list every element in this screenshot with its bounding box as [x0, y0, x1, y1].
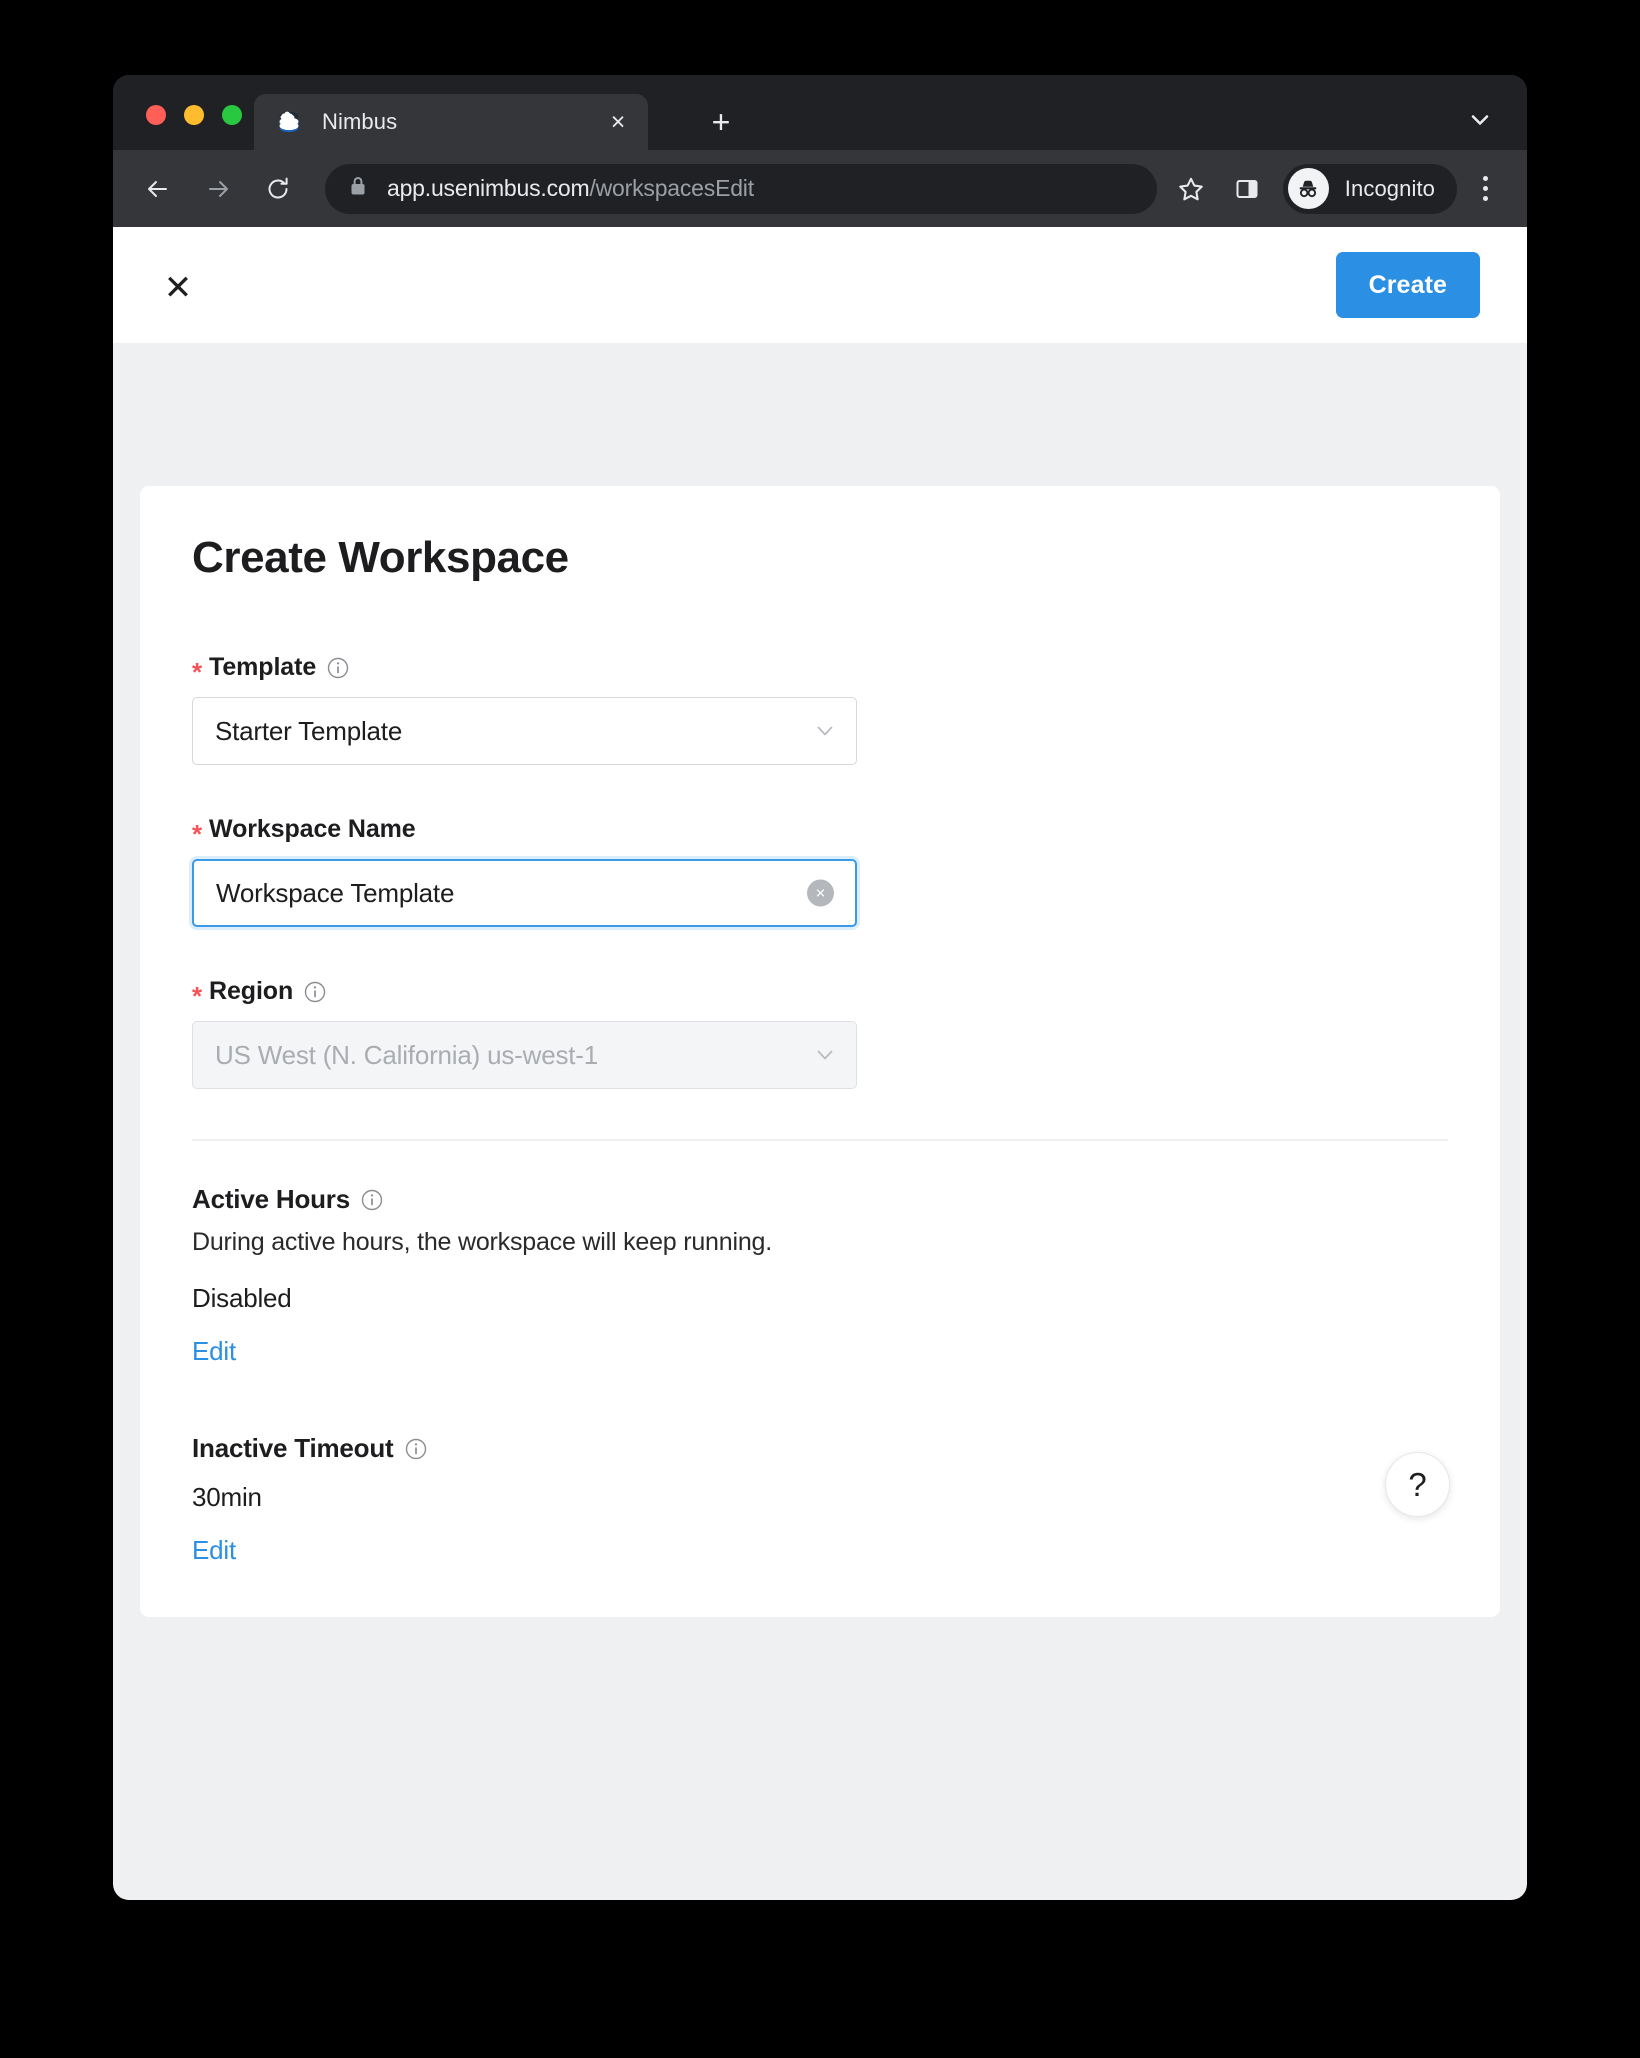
field-region: * Region US West (N. California) us-west…	[192, 977, 1448, 1089]
maximize-window-button[interactable]	[222, 105, 242, 125]
required-marker: *	[192, 980, 203, 1011]
title-text: Active Hours	[192, 1184, 350, 1214]
layers-cloud-icon	[276, 109, 302, 135]
close-window-button[interactable]	[146, 105, 166, 125]
info-icon[interactable]	[405, 1438, 427, 1460]
incognito-icon	[1287, 168, 1329, 209]
window-controls	[146, 105, 242, 125]
page-viewport: ✕ Create Create Workspace * Template Sta…	[113, 227, 1527, 1900]
workspace-name-input[interactable]: Workspace Template ×	[192, 859, 857, 927]
browser-toolbar: app.usenimbus.com/workspacesEdit Incogni…	[113, 150, 1527, 227]
inactive-timeout-value: 30min	[192, 1482, 262, 1512]
tab-title: Nimbus	[322, 109, 398, 134]
side-panel-icon[interactable]	[1227, 169, 1267, 209]
profile-label: Incognito	[1344, 175, 1435, 201]
inactive-timeout-title: Inactive Timeout	[192, 1433, 1448, 1464]
field-workspace-name-label: * Workspace Name	[192, 815, 1448, 849]
clear-input-button[interactable]: ×	[807, 879, 834, 907]
field-workspace-name: * Workspace Name Workspace Template ×	[192, 815, 1448, 927]
url-path: /workspacesEdit	[589, 175, 754, 201]
active-hours-value: Disabled	[192, 1283, 292, 1313]
region-select[interactable]: US West (N. California) us-west-1	[192, 1021, 857, 1089]
address-bar[interactable]: app.usenimbus.com/workspacesEdit	[325, 163, 1157, 214]
forward-arrow-icon[interactable]	[195, 166, 241, 212]
section-inactive-timeout: Inactive Timeout 30min Edit	[192, 1433, 1448, 1566]
lock-icon	[349, 175, 367, 202]
section-active-hours: Active Hours During active hours, the wo…	[192, 1184, 1448, 1367]
field-template-label: * Template	[192, 653, 1448, 687]
required-marker: *	[192, 656, 203, 687]
profile-incognito-button[interactable]: Incognito	[1282, 163, 1457, 214]
chevron-down-icon[interactable]	[1463, 103, 1497, 137]
required-marker: *	[192, 818, 203, 849]
field-region-label: * Region	[192, 977, 1448, 1011]
url-text: app.usenimbus.com/workspacesEdit	[387, 175, 754, 202]
browser-window: Nimbus × + app.usenimbus.com/workspacesE…	[113, 75, 1527, 1900]
active-hours-title: Active Hours	[192, 1184, 1448, 1215]
create-button[interactable]: Create	[1335, 252, 1480, 318]
chevron-down-icon	[814, 1044, 836, 1066]
section-divider	[192, 1139, 1448, 1141]
info-icon[interactable]	[361, 1189, 383, 1211]
workspace-name-value: Workspace Template	[216, 877, 455, 908]
page-title: Create Workspace	[192, 533, 569, 582]
close-tab-button[interactable]: ×	[604, 108, 632, 136]
tab-strip: Nimbus × +	[113, 75, 1527, 150]
field-template: * Template Starter Template	[192, 653, 1448, 765]
reload-icon[interactable]	[255, 166, 301, 212]
region-value: US West (N. California) us-west-1	[215, 1039, 599, 1070]
active-hours-edit-link[interactable]: Edit	[192, 1336, 236, 1367]
url-domain: app.usenimbus.com	[387, 175, 590, 201]
star-icon[interactable]	[1171, 169, 1211, 209]
title-text: Inactive Timeout	[192, 1433, 394, 1463]
minimize-window-button[interactable]	[184, 105, 204, 125]
info-icon[interactable]	[327, 657, 349, 679]
back-arrow-icon[interactable]	[135, 166, 181, 212]
template-select[interactable]: Starter Template	[192, 697, 857, 765]
label-text: Workspace Name	[209, 815, 416, 843]
chevron-down-icon	[814, 720, 836, 742]
info-icon[interactable]	[304, 981, 326, 1003]
close-dialog-button[interactable]: ✕	[159, 269, 197, 307]
browser-tab[interactable]: Nimbus ×	[254, 94, 648, 150]
new-tab-button[interactable]: +	[701, 103, 741, 143]
workspace-form: * Template Starter Template * Workspace …	[192, 653, 1448, 1566]
kebab-menu-icon[interactable]	[1465, 167, 1505, 211]
template-value: Starter Template	[215, 715, 403, 746]
app-header: ✕ Create	[113, 227, 1527, 343]
help-button[interactable]: ?	[1385, 1452, 1450, 1517]
label-text: Region	[209, 977, 294, 1005]
inactive-timeout-edit-link[interactable]: Edit	[192, 1535, 236, 1566]
create-workspace-card: Create Workspace * Template Starter Temp…	[140, 486, 1500, 1617]
label-text: Template	[209, 653, 317, 681]
active-hours-description: During active hours, the workspace will …	[192, 1228, 772, 1256]
